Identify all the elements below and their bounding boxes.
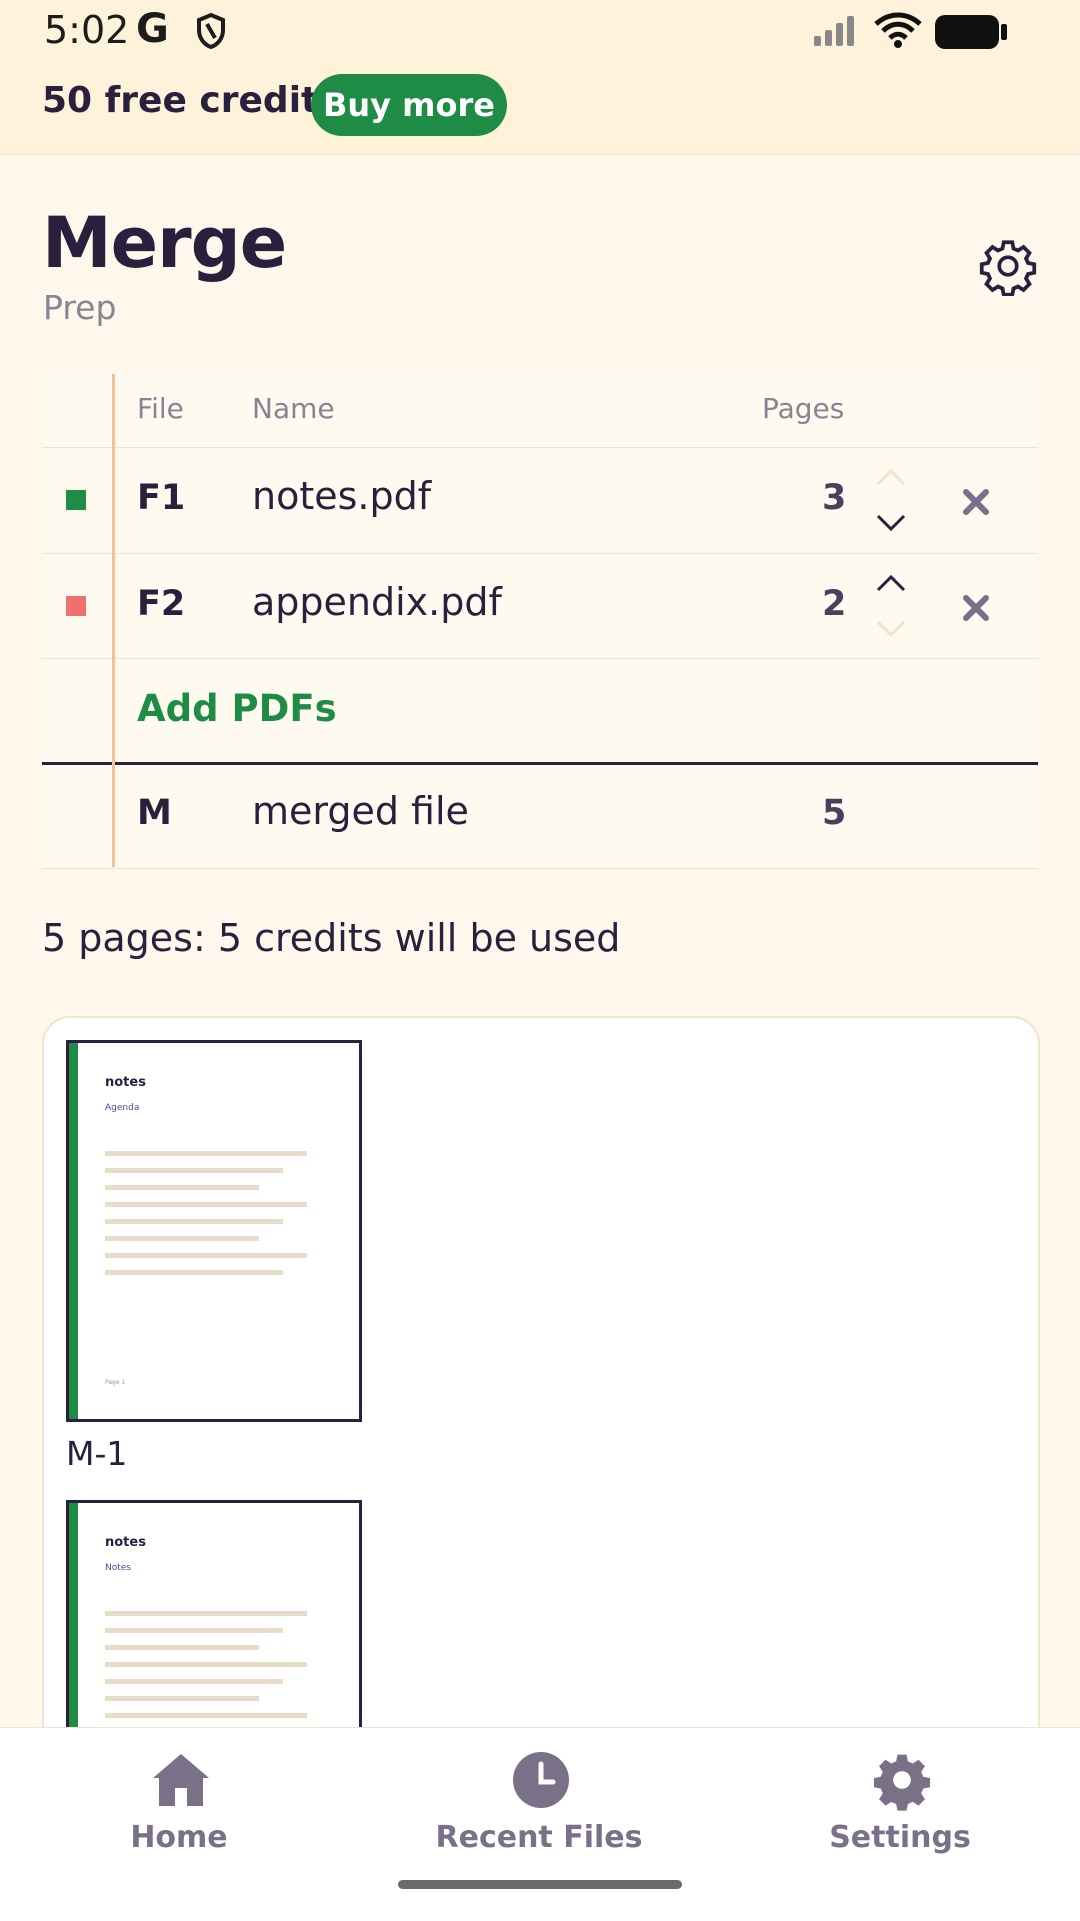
thumb-page-number: Page 1 — [105, 1379, 126, 1386]
nav-home-label: Home — [130, 1820, 228, 1855]
text-line — [105, 1185, 259, 1190]
text-line — [105, 1679, 283, 1684]
credits-text: 50 free credits — [42, 80, 340, 121]
header-pages: Pages — [762, 392, 845, 425]
text-line — [105, 1611, 307, 1616]
table-row-merged: M merged file 5 — [42, 762, 1038, 869]
file-name: notes.pdf — [252, 474, 432, 518]
text-line — [105, 1645, 259, 1650]
thumb-title: notes — [105, 1535, 146, 1550]
remove-icon[interactable] — [960, 486, 992, 518]
merged-page-count: 5 — [822, 793, 847, 833]
clock-icon — [513, 1752, 569, 1808]
thumb-subtitle: Notes — [105, 1563, 131, 1573]
home-icon — [153, 1754, 209, 1806]
nav-settings-label: Settings — [829, 1820, 971, 1855]
home-indicator[interactable] — [398, 1880, 682, 1889]
text-line — [105, 1253, 307, 1258]
text-line — [105, 1168, 283, 1173]
nav-recent-label: Recent Files — [435, 1820, 643, 1855]
page-thumbnail[interactable]: notes Agenda Page 1 — [66, 1040, 362, 1422]
text-line — [105, 1202, 307, 1207]
column-divider — [112, 374, 115, 867]
file-id: F2 — [137, 584, 186, 624]
settings-icon — [874, 1754, 930, 1811]
table-row-f2[interactable]: F2 appendix.pdf 2 — [42, 554, 1038, 659]
text-line — [105, 1662, 307, 1667]
file-color-swatch — [66, 596, 86, 616]
credits-banner: 50 free credits Buy more — [0, 66, 1080, 155]
thumb-title: notes — [105, 1075, 146, 1090]
header-name: Name — [252, 392, 335, 425]
page-count: 2 — [822, 584, 847, 624]
nav-settings[interactable]: Settings — [750, 1728, 1050, 1878]
add-pdfs-button[interactable]: Add PDFs — [137, 687, 337, 730]
file-color-swatch — [66, 490, 86, 510]
text-line — [105, 1696, 259, 1701]
shield-icon — [197, 12, 225, 50]
status-time: 5:02 — [44, 8, 130, 52]
move-up-icon — [876, 468, 906, 486]
merged-id: M — [137, 793, 172, 833]
text-line — [105, 1219, 283, 1224]
signal-icon — [814, 16, 854, 46]
move-up-icon[interactable] — [874, 572, 908, 594]
file-color-bar — [69, 1043, 78, 1419]
file-id: F1 — [137, 478, 186, 518]
page-subtitle: Prep — [43, 288, 117, 327]
buy-more-button[interactable]: Buy more — [311, 74, 507, 136]
google-icon: G — [136, 6, 169, 52]
files-table: File Name Pages F1 notes.pdf 3 F2 append… — [42, 374, 1038, 869]
text-line — [105, 1151, 307, 1156]
text-line — [105, 1270, 283, 1275]
bottom-nav: Home Recent Files Settings — [0, 1727, 1080, 1921]
header-file: File — [137, 392, 184, 425]
page-title: Merge — [42, 202, 287, 284]
page-count: 3 — [822, 478, 847, 518]
status-bar: 5:02 G — [0, 0, 1080, 66]
credits-summary: 5 pages: 5 credits will be used — [42, 916, 621, 960]
remove-icon[interactable] — [960, 592, 992, 624]
settings-gear-icon[interactable] — [978, 236, 1038, 296]
nav-recent-files[interactable]: Recent Files — [389, 1728, 689, 1878]
text-line — [105, 1628, 283, 1633]
table-header: File Name Pages — [42, 374, 1038, 448]
table-row-f1[interactable]: F1 notes.pdf 3 — [42, 448, 1038, 554]
text-line — [105, 1236, 259, 1241]
move-down-icon[interactable] — [874, 512, 908, 534]
battery-icon — [935, 15, 1007, 49]
text-line — [105, 1713, 307, 1718]
wifi-icon — [874, 12, 922, 48]
nav-home[interactable]: Home — [29, 1728, 329, 1878]
add-pdfs-row[interactable]: Add PDFs — [42, 659, 1038, 764]
move-down-icon — [876, 620, 906, 638]
file-name: appendix.pdf — [252, 580, 502, 624]
merged-name: merged file — [252, 789, 469, 833]
thumb-subtitle: Agenda — [105, 1103, 140, 1113]
thumb-label: M-1 — [66, 1434, 128, 1473]
